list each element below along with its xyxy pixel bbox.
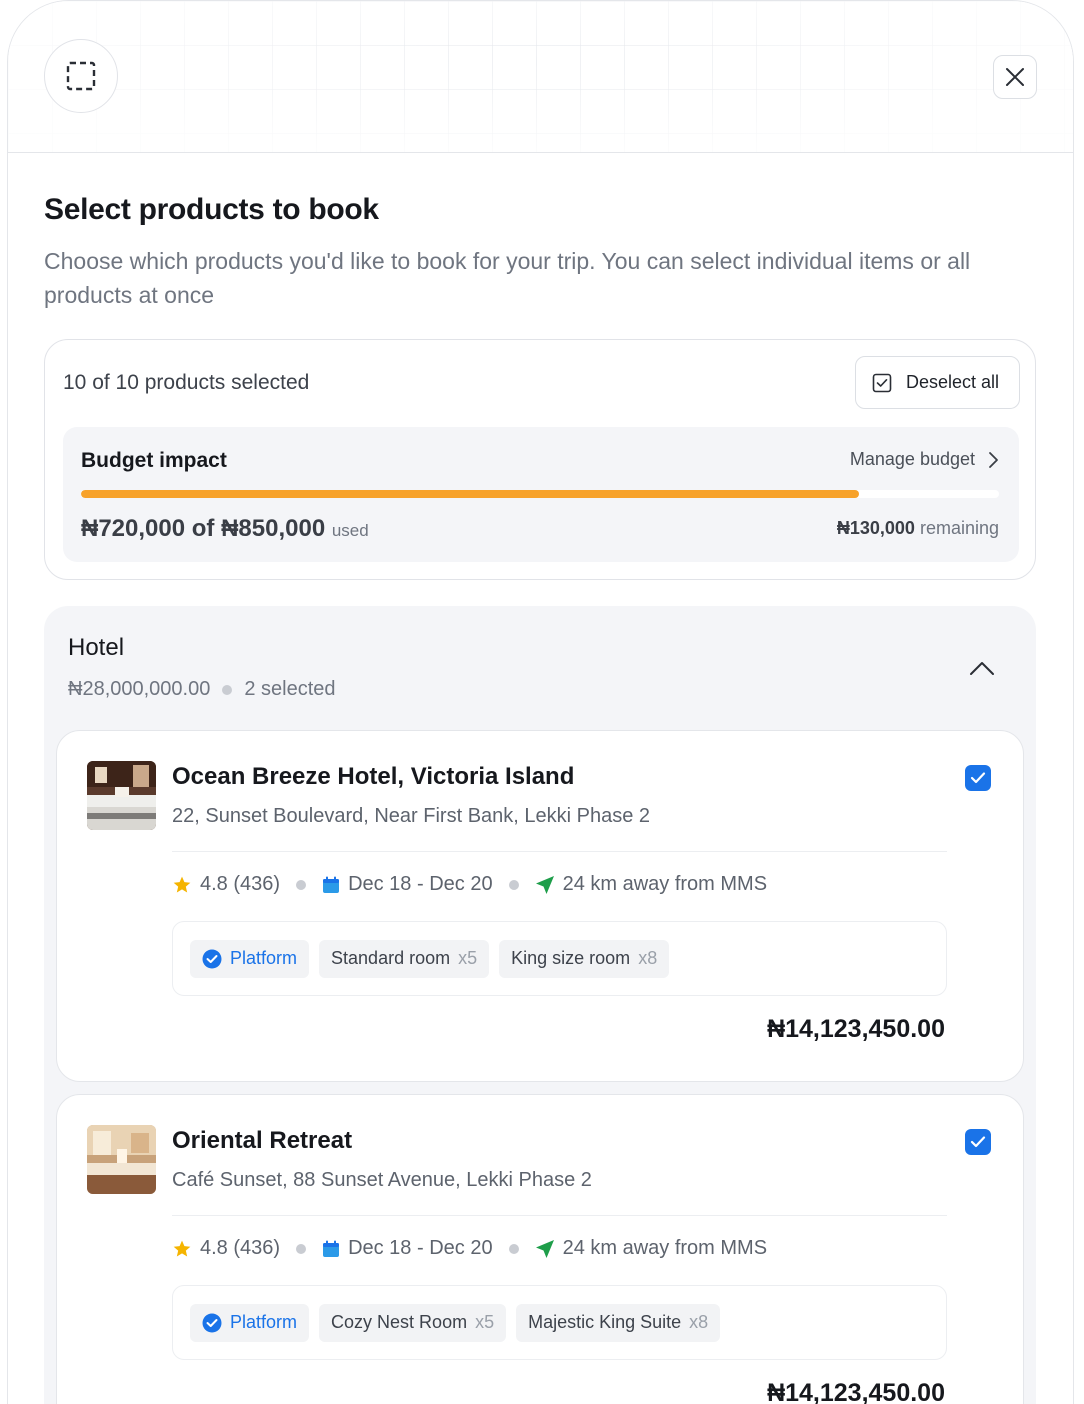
room-qty: x8 [638,948,658,968]
budget-used-amount: ₦720,000 of ₦850,000 [81,515,326,542]
distance: 24 km away from MMS [535,1237,767,1260]
distance: 24 km away from MMS [535,873,767,896]
section-title: Hotel [68,634,125,661]
product-address: Café Sunset, 88 Sunset Avenue, Lekki Pha… [172,1169,592,1191]
room-name: King size room [511,948,631,968]
collapse-section-button[interactable] [968,654,996,682]
budget-used: ₦720,000 of ₦850,000 used [81,515,369,543]
room-tag: Majestic King Suite x8 [516,1303,721,1342]
room-qty: x5 [458,948,478,968]
section-total: ₦28,000,000.00 [68,678,211,700]
navigation-arrow-icon [535,1239,554,1258]
room-tag: Standard room x5 [319,939,490,978]
budget-progress-fill [81,490,859,498]
dates-text: Dec 18 - Dec 20 [348,1237,493,1259]
room-tags: Platform Cozy Nest Room x5 Majestic King… [172,1285,947,1360]
manage-budget-link[interactable]: Manage budget [850,449,999,470]
rating-text: 4.8 (436) [200,1237,281,1259]
room-name: Standard room [331,948,451,968]
rating: 4.8 (436) [172,873,280,896]
product-card[interactable]: Ocean Breeze Hotel, Victoria Island 22, … [56,730,1024,1082]
hotel-thumbnail [87,761,156,830]
product-address: 22, Sunset Boulevard, Near First Bank, L… [172,805,651,827]
budget-remaining-amount: ₦130,000 [836,518,915,538]
checkmark-icon [970,1136,986,1148]
dates-text: Dec 18 - Dec 20 [348,873,493,895]
platform-badge: Platform [190,939,310,978]
header-icon-badge [44,39,118,113]
distance-text: 24 km away from MMS [562,1237,768,1259]
room-tags: Platform Standard room x5 King size room… [172,921,947,996]
selection-summary-card: 10 of 10 products selected Deselect all … [44,339,1036,580]
distance-text: 24 km away from MMS [562,873,768,895]
budget-impact-panel: Budget impact Manage budget ₦720,000 of … [63,427,1019,562]
deselect-all-button[interactable]: Deselect all [855,356,1020,409]
rating-text: 4.8 (436) [200,873,281,895]
hotel-section: Hotel ₦28,000,000.00 2 selected Ocean Br… [44,606,1036,1404]
separator-dot [296,1243,307,1254]
product-checkbox[interactable] [965,765,991,791]
room-qty: x5 [475,1312,495,1332]
verified-check-icon [202,1313,222,1332]
separator-dot [222,684,233,695]
room-name: Majestic King Suite [528,1312,682,1332]
section-selected-count: 2 selected [244,678,336,700]
product-price: ₦14,123,450.00 [767,1015,945,1043]
platform-badge: Platform [190,1303,310,1342]
product-checkbox[interactable] [965,1129,991,1155]
divider [172,851,947,852]
budget-remaining-suffix: remaining [919,518,999,538]
stay-dates: Dec 18 - Dec 20 [322,1237,493,1260]
checkmark-icon [970,772,986,784]
calendar-icon [323,876,340,893]
separator-dot [296,879,307,890]
room-tag: Cozy Nest Room x5 [319,1303,507,1342]
hotel-thumbnail [87,1125,156,1194]
budget-used-suffix: used [331,521,369,540]
separator-dot [508,879,519,890]
room-tag: King size room x8 [499,939,670,978]
product-name: Oriental Retreat [172,1127,353,1154]
page-title: Select products to book [44,193,379,226]
budget-title: Budget impact [81,449,227,472]
modal-header [8,1,1073,153]
checkbox-checked-icon [872,373,892,392]
separator-dot [508,1243,519,1254]
product-meta-row: 4.8 (436) Dec 18 - Dec 20 24 km away fro… [172,1237,767,1260]
product-card[interactable]: Oriental Retreat Café Sunset, 88 Sunset … [56,1094,1024,1404]
product-price: ₦14,123,450.00 [767,1379,945,1404]
select-area-icon [66,61,96,91]
close-button[interactable] [993,55,1037,99]
calendar-icon [323,1240,340,1257]
room-name: Cozy Nest Room [331,1312,468,1332]
chevron-up-icon [970,662,994,675]
room-qty: x8 [689,1312,709,1332]
chevron-right-icon [989,451,998,468]
stay-dates: Dec 18 - Dec 20 [322,873,493,896]
budget-remaining: ₦130,000 remaining [837,518,999,539]
navigation-arrow-icon [535,875,554,894]
product-meta-row: 4.8 (436) Dec 18 - Dec 20 24 km away fro… [172,873,767,896]
platform-label: Platform [230,1312,298,1332]
product-name: Ocean Breeze Hotel, Victoria Island [172,763,575,790]
page-subtitle: Choose which products you'd like to book… [44,248,971,308]
budget-progress-bar [81,490,999,498]
section-meta: ₦28,000,000.00 2 selected [68,678,336,701]
hotel-room-image [87,1125,156,1194]
selected-count: 10 of 10 products selected [63,371,310,394]
manage-budget-label: Manage budget [849,449,975,469]
platform-label: Platform [230,948,298,968]
rating: 4.8 (436) [172,1237,280,1260]
star-icon [173,1240,191,1256]
deselect-all-label: Deselect all [906,372,1000,392]
close-icon [1006,68,1024,86]
verified-check-icon [202,949,222,968]
star-icon [173,876,191,892]
hotel-room-image [87,761,156,830]
divider [172,1215,947,1216]
